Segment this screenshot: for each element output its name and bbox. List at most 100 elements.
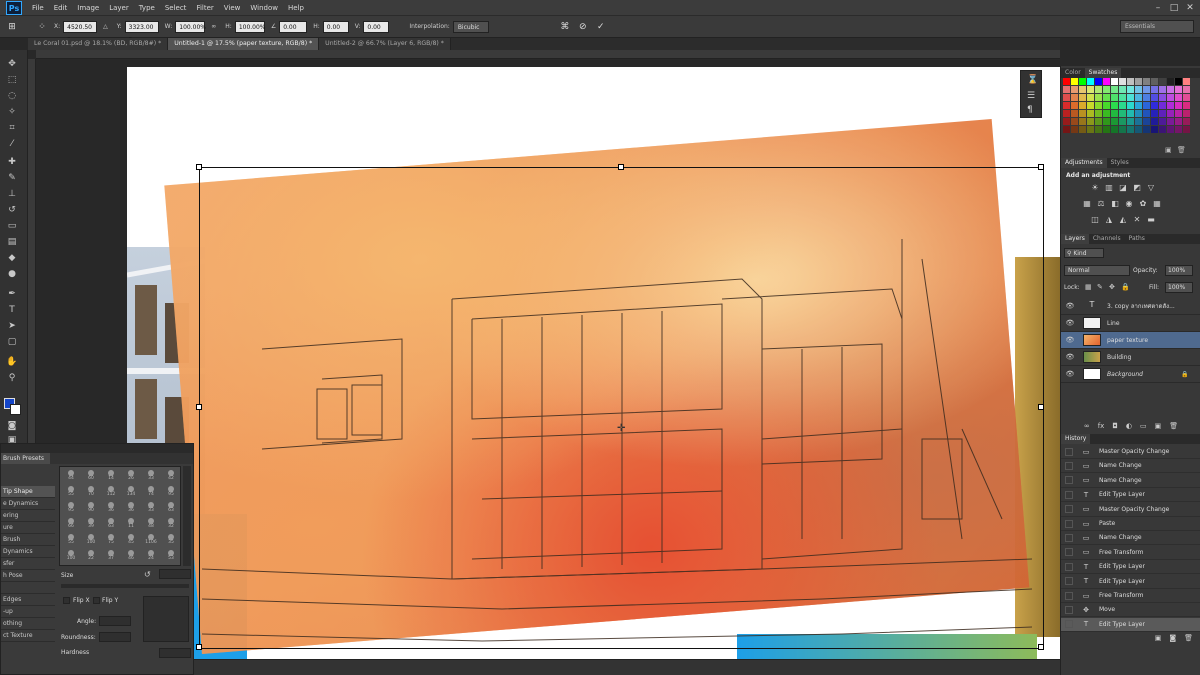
swatch[interactable] bbox=[1063, 102, 1070, 109]
swatch[interactable] bbox=[1183, 126, 1190, 133]
brush-tip-cell[interactable]: 95 bbox=[62, 501, 80, 517]
swatch[interactable] bbox=[1151, 86, 1158, 93]
swatch[interactable] bbox=[1111, 94, 1118, 101]
swatch[interactable] bbox=[1111, 126, 1118, 133]
brush-option-dual-brush[interactable]: Brush bbox=[1, 534, 55, 546]
swatch[interactable] bbox=[1103, 126, 1110, 133]
layer-row-building[interactable]: 👁 Building bbox=[1061, 349, 1200, 366]
roundness-input[interactable] bbox=[99, 632, 131, 642]
swatch[interactable] bbox=[1119, 126, 1126, 133]
move-tool-icon[interactable]: ✥ bbox=[5, 58, 19, 70]
swatch[interactable] bbox=[1175, 110, 1182, 117]
swatch[interactable] bbox=[1159, 110, 1166, 117]
brush-tip-cell[interactable]: 66 bbox=[62, 517, 80, 533]
swatch[interactable] bbox=[1167, 94, 1174, 101]
zoom-tool-icon[interactable]: ⚲ bbox=[5, 372, 19, 384]
brush-option-noise[interactable] bbox=[1, 582, 55, 594]
menu-view[interactable]: View bbox=[224, 4, 241, 12]
swatch[interactable] bbox=[1103, 118, 1110, 125]
swatch[interactable] bbox=[1087, 118, 1094, 125]
eye-icon[interactable]: 👁 bbox=[1065, 353, 1075, 361]
reference-point-icon[interactable]: ⁘ bbox=[36, 21, 48, 33]
brush-tool-icon[interactable]: ✎ bbox=[5, 172, 19, 184]
quick-mask-icon[interactable]: ◙ bbox=[5, 420, 19, 432]
lock-transparent-icon[interactable]: ▦ bbox=[1085, 283, 1092, 291]
brush-tip-cell[interactable]: 39 bbox=[82, 517, 100, 533]
history-brush-source-checkbox[interactable] bbox=[1065, 591, 1073, 600]
tab-swatches[interactable]: Swatches bbox=[1084, 68, 1122, 78]
camera-icon[interactable]: ◙ bbox=[1169, 634, 1176, 642]
swatch[interactable] bbox=[1151, 126, 1158, 133]
transform-handle-top-left[interactable] bbox=[196, 164, 202, 170]
brush-tip-cell[interactable]: 55 bbox=[62, 533, 80, 549]
cancel-transform-icon[interactable]: ⊘ bbox=[577, 21, 589, 33]
group-icon[interactable]: ▭ bbox=[1140, 422, 1147, 430]
menu-help[interactable]: Help bbox=[288, 4, 304, 12]
swatch[interactable] bbox=[1111, 110, 1118, 117]
swatch[interactable] bbox=[1135, 78, 1142, 85]
swatch[interactable] bbox=[1071, 94, 1078, 101]
swatch[interactable] bbox=[1063, 118, 1070, 125]
shape-tool-icon[interactable]: ▢ bbox=[5, 336, 19, 348]
swatch[interactable] bbox=[1103, 102, 1110, 109]
healing-tool-icon[interactable]: ✚ bbox=[5, 156, 19, 168]
swatch[interactable] bbox=[1183, 78, 1190, 85]
color-balance-adjustment-icon[interactable]: ⚖ bbox=[1097, 200, 1105, 208]
menu-type[interactable]: Type bbox=[139, 4, 155, 12]
history-row[interactable]: ▭ Paste bbox=[1061, 517, 1200, 531]
swatch[interactable] bbox=[1183, 102, 1190, 109]
brush-tip-cell[interactable]: 70 bbox=[82, 485, 100, 501]
swatch[interactable] bbox=[1167, 126, 1174, 133]
hardness-input[interactable] bbox=[159, 648, 191, 658]
swatch[interactable] bbox=[1095, 102, 1102, 109]
brush-tip-cell[interactable]: 26 bbox=[122, 469, 140, 485]
eye-icon[interactable]: 👁 bbox=[1065, 336, 1075, 344]
history-panel-icon[interactable]: ⌛ bbox=[1027, 75, 1038, 85]
brush-tip-cell[interactable]: 32 bbox=[162, 517, 180, 533]
brush-tip-cell[interactable]: 74 bbox=[142, 485, 160, 501]
adjustment-layer-icon[interactable]: ◐ bbox=[1126, 422, 1132, 430]
swatch[interactable] bbox=[1127, 86, 1134, 93]
swatch[interactable] bbox=[1167, 118, 1174, 125]
transform-center-icon[interactable]: ✛ bbox=[617, 424, 627, 434]
brush-tip-cell[interactable]: 35 bbox=[162, 533, 180, 549]
vskew-input[interactable]: 0.00 bbox=[363, 20, 390, 33]
brush-tip-cell[interactable]: 11 bbox=[122, 517, 140, 533]
brush-grid-scrollbar[interactable] bbox=[183, 466, 191, 566]
tab-channels[interactable]: Channels bbox=[1089, 234, 1125, 244]
invert-adjustment-icon[interactable]: ◫ bbox=[1091, 216, 1099, 224]
brush-tip-cell[interactable]: 22 bbox=[82, 549, 100, 565]
swatch[interactable] bbox=[1119, 110, 1126, 117]
transform-handle-top-center[interactable] bbox=[618, 164, 624, 170]
swatch[interactable] bbox=[1127, 110, 1134, 117]
tab-history[interactable]: History bbox=[1061, 434, 1091, 444]
brush-tip-cell[interactable]: 95 bbox=[162, 485, 180, 501]
swatch[interactable] bbox=[1111, 102, 1118, 109]
layer-filter-select[interactable]: ⚲ Kind bbox=[1064, 248, 1104, 258]
background-color-swatch[interactable] bbox=[10, 404, 21, 415]
workspace-select[interactable]: Essentials bbox=[1120, 20, 1194, 33]
transform-handle-middle-right[interactable] bbox=[1038, 404, 1044, 410]
swatch[interactable] bbox=[1079, 102, 1086, 109]
swatch[interactable] bbox=[1071, 78, 1078, 85]
swatch[interactable] bbox=[1087, 126, 1094, 133]
swatch[interactable] bbox=[1167, 110, 1174, 117]
swatch[interactable] bbox=[1143, 110, 1150, 117]
path-selection-tool-icon[interactable]: ➤ bbox=[5, 320, 19, 332]
brush-angle-preview[interactable] bbox=[143, 596, 189, 642]
swatch[interactable] bbox=[1079, 118, 1086, 125]
swatch[interactable] bbox=[1159, 86, 1166, 93]
tab-styles[interactable]: Styles bbox=[1107, 158, 1133, 168]
photo-filter-adjustment-icon[interactable]: ◉ bbox=[1125, 200, 1133, 208]
reset-size-icon[interactable]: ↺ bbox=[144, 570, 151, 579]
brush-tip-cell[interactable]: 36 bbox=[122, 501, 140, 517]
history-row[interactable]: T Edit Type Layer bbox=[1061, 617, 1200, 632]
history-row[interactable]: ▭ Free Transform bbox=[1061, 546, 1200, 560]
swatch[interactable] bbox=[1135, 102, 1142, 109]
history-brush-tool-icon[interactable]: ↺ bbox=[5, 204, 19, 216]
exposure-adjustment-icon[interactable]: ◩ bbox=[1133, 184, 1141, 192]
swatch[interactable] bbox=[1095, 86, 1102, 93]
maximize-icon[interactable]: □ bbox=[1166, 2, 1182, 14]
brush-tip-cell[interactable]: 45 bbox=[122, 533, 140, 549]
history-row[interactable]: ▭ Master Opacity Change bbox=[1061, 503, 1200, 517]
